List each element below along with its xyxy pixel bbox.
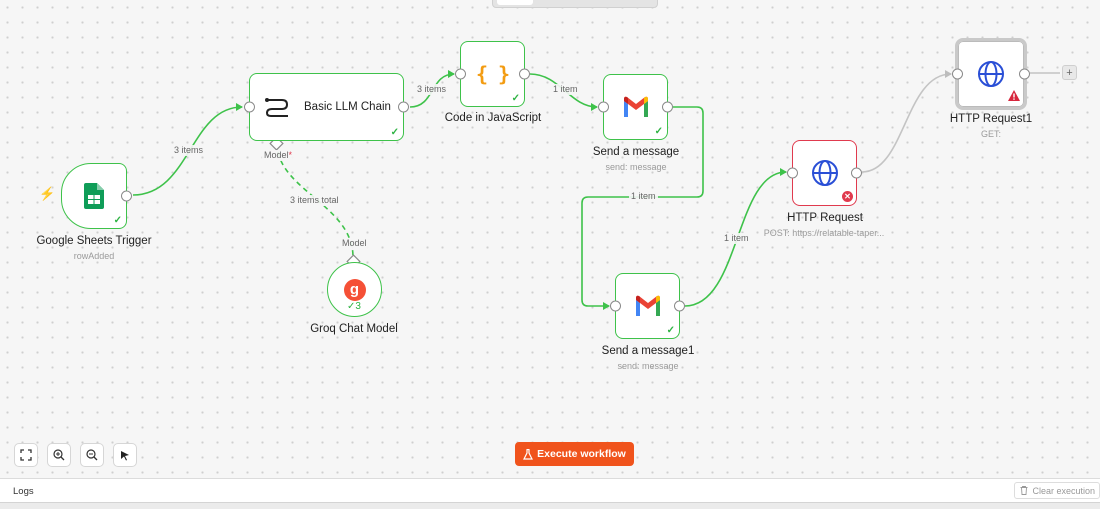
success-check-icon: ✓	[666, 325, 675, 336]
node-http-request1[interactable]	[952, 38, 1030, 110]
groq-icon: g	[343, 278, 366, 301]
node-inline-title: Basic LLM Chain	[304, 101, 391, 113]
groq-model-label: Model	[340, 238, 369, 249]
input-handle[interactable]	[455, 68, 466, 80]
node-send-a-message[interactable]: ✓	[598, 74, 673, 140]
bottom-scroll-strip	[0, 502, 1100, 509]
output-handle[interactable]	[519, 68, 530, 80]
clear-execution-label: Clear execution	[1032, 485, 1095, 496]
output-handle[interactable]	[1019, 68, 1030, 80]
input-handle[interactable]	[787, 167, 798, 179]
node-subtitle: send: message	[617, 361, 679, 371]
trash-icon	[1020, 486, 1028, 495]
globe-icon	[978, 61, 1004, 87]
success-check-icon: ✓	[654, 126, 663, 137]
node-groq-chat-model[interactable]: g ✓3	[327, 262, 382, 317]
node-code-in-javascript[interactable]: { } ✓	[455, 41, 530, 107]
llm-model-label: Model*	[262, 150, 295, 161]
output-handle[interactable]	[662, 101, 673, 113]
workflow-canvas[interactable]: 3 items 3 items 1 item 1 item 1 item 3 i…	[0, 0, 1100, 478]
gmail-icon	[623, 96, 648, 117]
zoom-in-button[interactable]	[47, 443, 71, 467]
tidy-up-button[interactable]	[113, 443, 137, 467]
logs-panel-bar[interactable]: Logs Clear execution	[0, 478, 1100, 502]
edge-label-llm-to-code: 3 items	[415, 84, 449, 95]
node-title: Groq Chat Model	[310, 323, 398, 335]
node-http-request[interactable]: ✕	[787, 140, 862, 206]
output-handle[interactable]	[674, 300, 685, 312]
node-title: Google Sheets Trigger	[36, 235, 152, 247]
code-braces-icon: { }	[475, 62, 510, 86]
chain-icon	[265, 98, 289, 117]
run-count-badge: ✓3	[347, 301, 361, 312]
edge-label-trigger-to-llm: 3 items	[172, 145, 206, 156]
input-handle[interactable]	[610, 300, 621, 312]
node-subtitle: rowAdded	[73, 251, 115, 261]
run-count: 3	[355, 301, 361, 312]
edge-label-send1-to-http: 1 item	[722, 233, 751, 244]
node-send-a-message1[interactable]: ✓	[610, 273, 685, 339]
success-check-icon: ✓	[113, 215, 122, 226]
globe-icon	[811, 160, 838, 186]
required-mark: *	[288, 150, 293, 160]
zoom-out-button[interactable]	[80, 443, 104, 467]
fit-view-icon	[20, 449, 32, 461]
warning-icon	[1008, 90, 1020, 101]
input-handle[interactable]	[598, 101, 609, 113]
gmail-icon	[635, 295, 660, 316]
node-title: HTTP Request	[787, 212, 863, 224]
output-handle[interactable]	[398, 101, 409, 113]
input-handle[interactable]	[952, 68, 963, 80]
logs-label: Logs	[13, 486, 34, 497]
zoom-in-icon	[53, 449, 65, 461]
success-check-icon: ✓	[511, 93, 520, 104]
node-title: Send a message1	[601, 345, 695, 357]
edge-http-to-http1[interactable]	[861, 70, 952, 173]
node-subtitle: send: message	[605, 162, 667, 172]
input-handle[interactable]	[244, 101, 255, 113]
fit-view-button[interactable]	[14, 443, 38, 467]
node-title: HTTP Request1	[949, 113, 1033, 125]
tidy-up-icon	[121, 451, 129, 461]
node-title: Send a message	[592, 146, 680, 158]
clear-execution-button[interactable]: Clear execution	[1014, 482, 1100, 499]
node-google-sheets-trigger[interactable]: ✓	[61, 163, 132, 229]
connections-layer	[132, 70, 1060, 310]
node-basic-llm-chain[interactable]: Basic LLM Chain ✓	[244, 73, 409, 141]
error-icon: ✕	[842, 191, 853, 202]
edge-label-model-to-llm: 3 items total	[288, 195, 341, 206]
node-subtitle: GET:	[980, 129, 1002, 139]
execute-workflow-label: Execute workflow	[537, 448, 626, 460]
trigger-bolt-icon: ⚡	[39, 186, 56, 201]
google-sheets-icon	[84, 183, 104, 209]
edge-label-send-to-send1: 1 item	[629, 191, 658, 202]
edge-label-code-to-send: 1 item	[551, 84, 580, 95]
flask-icon	[523, 448, 534, 460]
execute-workflow-button[interactable]: Execute workflow	[515, 442, 634, 466]
success-check-icon: ✓	[390, 127, 399, 138]
add-node-plus-icon[interactable]: +	[1062, 65, 1077, 80]
llm-model-label-text: Model	[264, 150, 289, 160]
node-title: Code in JavaScript	[444, 112, 542, 124]
output-handle[interactable]	[851, 167, 862, 179]
node-subtitle: POST: https://relatable-taper...	[763, 228, 885, 238]
zoom-out-icon	[86, 449, 98, 461]
output-handle[interactable]	[121, 190, 132, 202]
